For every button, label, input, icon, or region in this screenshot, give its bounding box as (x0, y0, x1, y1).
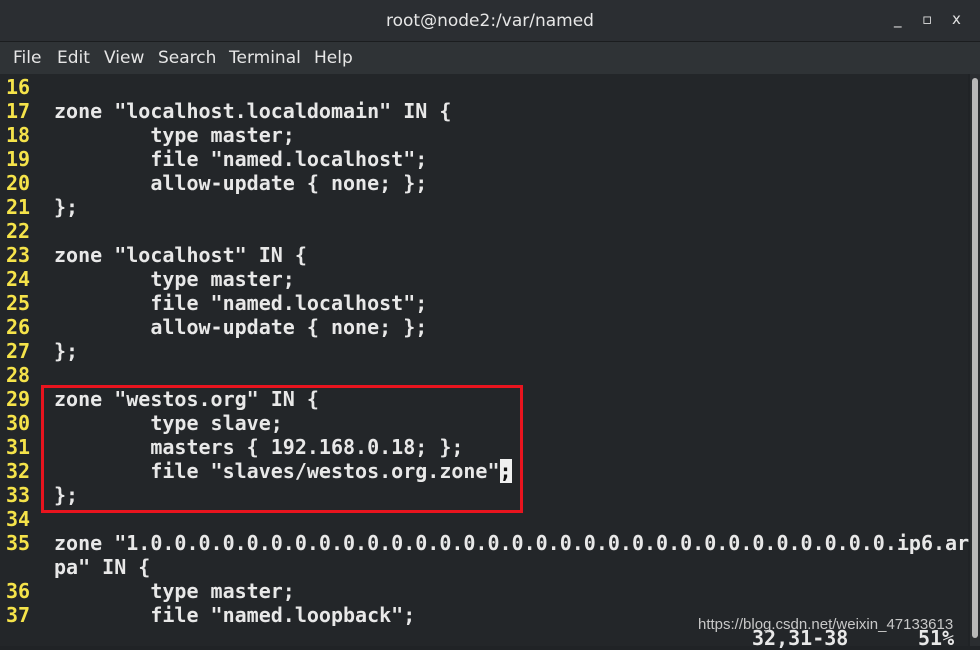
menu-terminal[interactable]: Terminal (229, 48, 301, 68)
line-text: file "named.localhost"; (54, 291, 428, 315)
line-text: pa" IN { (54, 555, 151, 579)
line-number: 28 (6, 363, 31, 387)
menu-view[interactable]: View (104, 48, 144, 68)
editor-line: 36 type master; (6, 579, 295, 603)
line-number: 22 (6, 219, 31, 243)
editor-line: 23 zone "localhost" IN { (6, 243, 307, 267)
menu-edit[interactable]: Edit (57, 48, 90, 68)
line-number: 19 (6, 147, 31, 171)
highlight-box (41, 385, 523, 513)
editor-line: 24 type master; (6, 267, 295, 291)
line-number: 16 (6, 75, 31, 99)
line-number: 20 (6, 171, 31, 195)
line-text: zone "localhost.localdomain" IN { (54, 99, 452, 123)
line-number: 25 (6, 291, 31, 315)
line-number: 21 (6, 195, 31, 219)
scrollbar-thumb[interactable] (972, 78, 978, 638)
editor-line: 18 type master; (6, 123, 295, 147)
editor-line: 25 file "named.localhost"; (6, 291, 427, 315)
line-text: zone "localhost" IN { (54, 243, 307, 267)
line-number: 26 (6, 315, 31, 339)
line-text: }; (54, 339, 79, 363)
line-number: 36 (6, 579, 31, 603)
editor-line: pa" IN { (6, 555, 150, 579)
line-number: 35 (6, 531, 31, 555)
line-number: 23 (6, 243, 31, 267)
line-text: type master; (54, 267, 295, 291)
line-text: type master; (54, 123, 295, 147)
line-text: file "named.loopback"; (54, 603, 416, 627)
line-number: 24 (6, 267, 31, 291)
editor-line: 22 (6, 219, 54, 243)
watermark: https://blog.csdn.net/weixin_47133613 (698, 616, 954, 633)
title-bar: root@node2:/var/named _ ▫ x (0, 0, 980, 42)
editor-line: 19 file "named.localhost"; (6, 147, 427, 171)
maximize-icon[interactable]: ▫ (922, 10, 932, 28)
menu-help[interactable]: Help (314, 48, 353, 68)
line-number: 27 (6, 339, 31, 363)
line-text: file "named.localhost"; (54, 147, 428, 171)
editor-line: 21}; (6, 195, 78, 219)
editor-line: 17 zone "localhost.localdomain" IN { (6, 99, 451, 123)
line-text: }; (54, 195, 79, 219)
editor-line: 37 file "named.loopback"; (6, 603, 415, 627)
editor-line: 26 allow-update { none; }; (6, 315, 427, 339)
line-text: zone "1.0.0.0.0.0.0.0.0.0.0.0.0.0.0.0.0.… (54, 531, 970, 555)
scrollbar[interactable] (970, 74, 980, 646)
line-number: 17 (6, 99, 31, 123)
line-text: allow-update { none; }; (54, 171, 428, 195)
editor-line: 27}; (6, 339, 78, 363)
editor-line: 16 (6, 75, 54, 99)
line-number: 37 (6, 603, 31, 627)
menu-search[interactable]: Search (158, 48, 216, 68)
editor-line: 20 allow-update { none; }; (6, 171, 427, 195)
menu-file[interactable]: File (13, 48, 41, 68)
editor-line: 35 zone "1.0.0.0.0.0.0.0.0.0.0.0.0.0.0.0.… (6, 531, 969, 555)
window-title: root@node2:/var/named (386, 11, 594, 31)
line-text: allow-update { none; }; (54, 315, 428, 339)
close-icon[interactable]: x (952, 10, 961, 28)
menu-bar: File Edit View Search Terminal Help (0, 42, 980, 74)
line-number: 18 (6, 123, 31, 147)
line-text: type master; (54, 579, 295, 603)
editor-line: 28 (6, 363, 54, 387)
minimize-icon[interactable]: _ (894, 10, 902, 28)
